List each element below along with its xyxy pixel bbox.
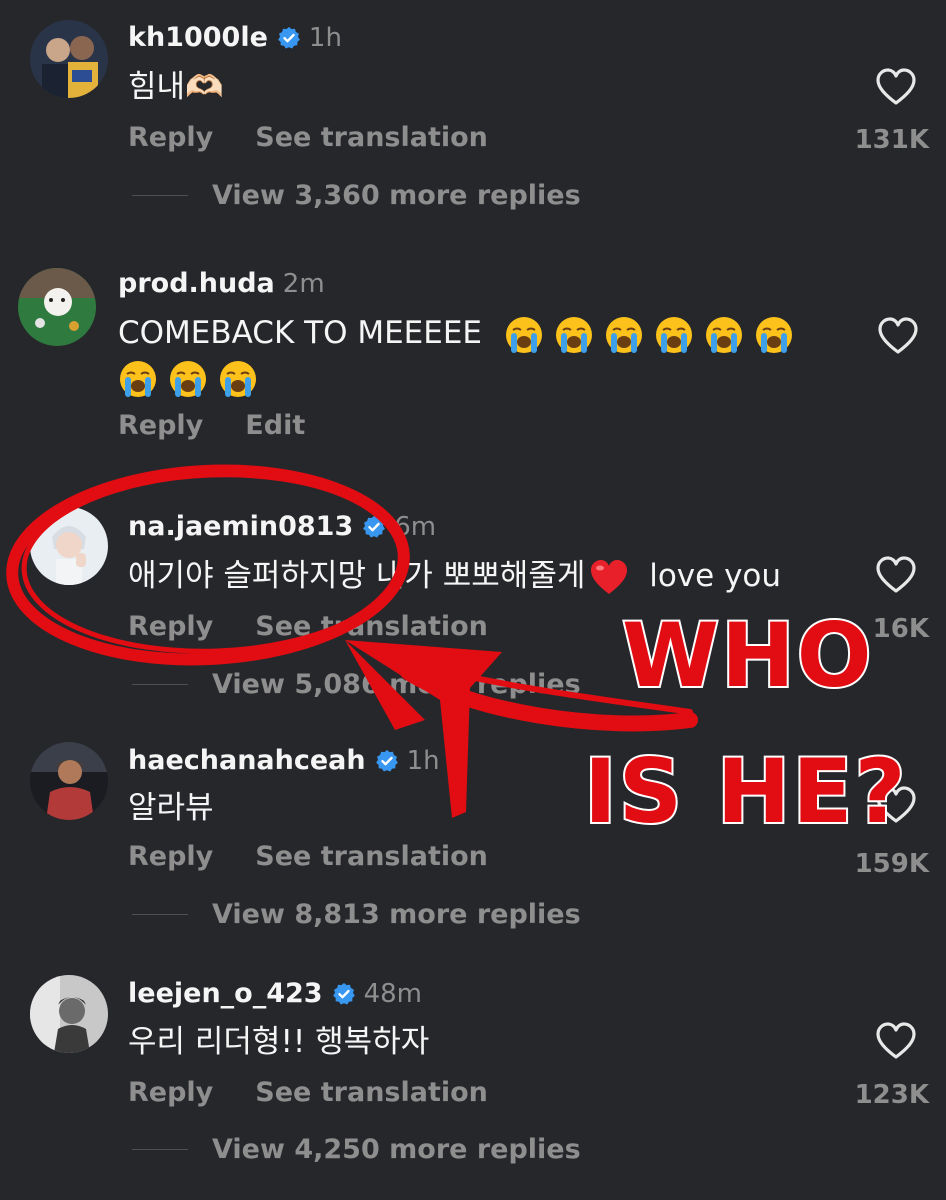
loudly-crying-face-icon: [704, 315, 744, 355]
heart-outline-icon: [876, 556, 916, 593]
edit-button[interactable]: Edit: [245, 410, 305, 441]
reply-button[interactable]: Reply: [118, 410, 203, 441]
reply-button[interactable]: Reply: [128, 611, 213, 642]
see-translation-button[interactable]: See translation: [255, 611, 488, 642]
heart-outline-icon: [878, 317, 918, 354]
loudly-crying-face-icon: [604, 315, 644, 355]
timestamp: 6m: [394, 511, 437, 542]
verified-badge-icon: [375, 749, 399, 773]
verified-badge-icon: [277, 26, 301, 50]
overlay-is-he-text: IS HE?: [582, 738, 908, 845]
comment-text: 알라뷰: [128, 790, 214, 826]
heart-outline-icon: [876, 1022, 916, 1059]
see-translation-button[interactable]: See translation: [255, 841, 488, 872]
timestamp: 48m: [363, 978, 422, 1009]
loudly-crying-face-icon: [168, 359, 208, 399]
avatar[interactable]: [30, 975, 108, 1053]
username[interactable]: prod.huda: [118, 268, 275, 299]
username[interactable]: kh1000le: [128, 22, 268, 53]
timestamp: 1h: [308, 22, 342, 53]
see-translation-button[interactable]: See translation: [255, 122, 488, 153]
verified-badge-icon: [332, 982, 356, 1006]
view-replies-label: View 8,813 more replies: [212, 899, 581, 930]
avatar[interactable]: [18, 268, 96, 346]
loudly-crying-face-icon: [118, 359, 158, 399]
divider: [132, 195, 188, 196]
comment-text-tail: love you: [639, 558, 782, 594]
view-replies-label: View 4,250 more replies: [212, 1134, 581, 1165]
like-count: 159K: [854, 849, 929, 879]
heart-outline-icon: [876, 68, 916, 105]
username[interactable]: na.jaemin0813: [128, 511, 353, 542]
view-replies-button[interactable]: View 8,813 more replies: [132, 899, 581, 930]
like-button[interactable]: [875, 556, 917, 594]
divider: [132, 914, 188, 915]
timestamp: 1h: [406, 745, 440, 776]
divider: [132, 684, 188, 685]
like-count: 131K: [854, 125, 929, 155]
loudly-crying-face-icon: [218, 359, 258, 399]
avatar[interactable]: [30, 20, 108, 98]
verified-badge-icon: [362, 515, 386, 539]
loudly-crying-face-icon: [554, 315, 594, 355]
loudly-crying-face-icon: [754, 315, 794, 355]
view-replies-label: View 3,360 more replies: [212, 180, 581, 211]
see-translation-button[interactable]: See translation: [255, 1077, 488, 1108]
overlay-who-text: WHO: [620, 602, 874, 709]
reply-button[interactable]: Reply: [128, 122, 213, 153]
view-replies-button[interactable]: View 5,086 more replies: [132, 669, 581, 700]
timestamp: 2m: [282, 268, 325, 299]
emoji-row: [118, 352, 268, 403]
red-heart-icon: [589, 558, 629, 598]
loudly-crying-face-icon: [654, 315, 694, 355]
divider: [132, 1149, 188, 1150]
like-button[interactable]: [875, 1022, 917, 1060]
comment-text: 우리 리더형!! 행복하자: [128, 1024, 430, 1060]
view-replies-button[interactable]: View 3,360 more replies: [132, 180, 581, 211]
comment-text-body: 애기야 슬퍼하지망 내가 뽀뽀해줄게: [128, 558, 586, 594]
like-button[interactable]: [877, 317, 919, 355]
like-button[interactable]: [875, 68, 917, 106]
comment-text-body: COMEBACK TO MEEEEE: [118, 315, 483, 351]
loudly-crying-face-icon: [504, 315, 544, 355]
view-replies-button[interactable]: View 4,250 more replies: [132, 1134, 581, 1165]
view-replies-label: View 5,086 more replies: [212, 669, 581, 700]
comment-text: 힘내🫶🏻: [128, 69, 224, 105]
avatar[interactable]: [30, 507, 108, 585]
like-count: 16K: [872, 614, 929, 644]
reply-button[interactable]: Reply: [128, 841, 213, 872]
comment-text: 애기야 슬퍼하지망 내가 뽀뽀해줄게 love you: [128, 551, 781, 602]
username[interactable]: haechanahceah: [128, 745, 366, 776]
avatar[interactable]: [30, 742, 108, 820]
like-count: 123K: [854, 1080, 929, 1110]
username[interactable]: leejen_o_423: [128, 978, 323, 1009]
reply-button[interactable]: Reply: [128, 1077, 213, 1108]
